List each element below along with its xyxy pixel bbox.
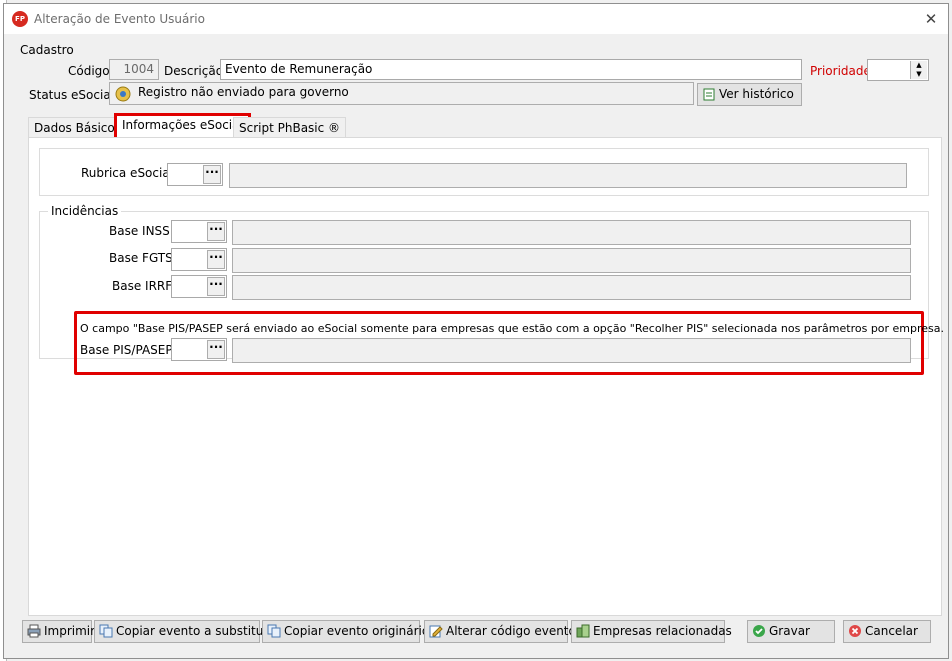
base-inss-lookup[interactable]: ··· bbox=[171, 220, 227, 243]
tab-dados-basicos-label: Dados Básicos bbox=[34, 121, 121, 135]
title-bar: FP Alteração de Evento Usuário ✕ bbox=[4, 4, 948, 34]
base-irrf-lookup[interactable]: ··· bbox=[171, 275, 227, 298]
window-title: Alteração de Evento Usuário bbox=[34, 12, 205, 26]
pis-note: O campo "Base PIS/PASEP será enviado ao … bbox=[80, 322, 945, 335]
tab-script-phbasic-label: Script PhBasic ® bbox=[239, 121, 341, 135]
cadastro-group-label: Cadastro bbox=[20, 43, 74, 57]
prioridade-label: Prioridade bbox=[810, 64, 871, 78]
base-inss-description bbox=[232, 220, 911, 245]
status-esocial-label: Status eSocial bbox=[29, 88, 115, 102]
close-icon[interactable]: ✕ bbox=[920, 9, 942, 29]
base-irrf-label: Base IRRF: bbox=[112, 279, 176, 293]
companies-icon bbox=[576, 624, 590, 638]
imprimir-button[interactable]: Imprimir bbox=[22, 620, 96, 643]
dialog-window: FP Alteração de Evento Usuário ✕ Cadastr… bbox=[3, 3, 949, 659]
gravar-button[interactable]: Gravar bbox=[747, 620, 835, 643]
base-pis-lookup[interactable]: ··· bbox=[171, 338, 227, 361]
base-fgts-description bbox=[232, 248, 911, 273]
descricao-field[interactable]: Evento de Remuneração bbox=[220, 59, 802, 80]
alterar-codigo-label: Alterar código evento bbox=[446, 624, 576, 638]
rubrica-description bbox=[229, 163, 907, 188]
rubrica-dots-button[interactable]: ··· bbox=[203, 165, 221, 184]
base-fgts-lookup[interactable]: ··· bbox=[171, 248, 227, 271]
copiar-originario-label: Copiar evento originário bbox=[284, 624, 430, 638]
spin-up-icon[interactable]: ▲ bbox=[910, 61, 927, 70]
base-fgts-dots-button[interactable]: ··· bbox=[207, 250, 225, 269]
copy-icon bbox=[267, 624, 281, 638]
cancelar-button[interactable]: Cancelar bbox=[843, 620, 931, 643]
tab-panel: Rubrica eSocial ··· Incidências Base INS… bbox=[28, 137, 945, 616]
empresas-relacionadas-button[interactable]: Empresas relacionadas bbox=[571, 620, 732, 643]
rubrica-lookup[interactable]: ··· bbox=[167, 163, 223, 186]
incidencias-label: Incidências bbox=[48, 204, 122, 218]
copiar-evento-originario-button[interactable]: Copiar evento originário bbox=[262, 620, 429, 643]
app-logo-icon: FP bbox=[12, 11, 28, 27]
tab-informacoes-esocial-label: Informações eSocial bbox=[122, 118, 243, 132]
base-pis-description bbox=[232, 338, 911, 363]
cancelar-label: Cancelar bbox=[865, 624, 918, 638]
ver-historico-button[interactable]: Ver histórico bbox=[697, 83, 802, 106]
base-pis-dots-button[interactable]: ··· bbox=[207, 340, 225, 359]
base-irrf-dots-button[interactable]: ··· bbox=[207, 277, 225, 296]
base-pis-label: Base PIS/PASEP: bbox=[80, 343, 177, 357]
printer-icon bbox=[27, 624, 41, 638]
codigo-field[interactable]: 1004 bbox=[109, 59, 159, 80]
status-globe-icon bbox=[115, 86, 131, 102]
prioridade-spinner[interactable]: ▲ ▼ bbox=[867, 59, 929, 81]
edit-icon bbox=[429, 625, 443, 638]
empresas-label: Empresas relacionadas bbox=[593, 624, 732, 638]
check-icon bbox=[753, 625, 765, 637]
base-irrf-description bbox=[232, 275, 911, 300]
codigo-label: Código bbox=[68, 64, 110, 78]
rubrica-label: Rubrica eSocial bbox=[81, 166, 174, 180]
spin-down-icon[interactable]: ▼ bbox=[910, 70, 927, 79]
status-esocial-field: Registro não enviado para governo bbox=[109, 82, 694, 105]
tab-dados-basicos[interactable]: Dados Básicos bbox=[28, 117, 127, 138]
copy-icon bbox=[99, 624, 113, 638]
copiar-evento-substituir-button[interactable]: Copiar evento a substituir bbox=[94, 620, 272, 643]
cancel-icon bbox=[849, 625, 861, 637]
imprimir-label: Imprimir bbox=[44, 624, 96, 638]
status-esocial-value: Registro não enviado para governo bbox=[138, 85, 349, 99]
base-inss-dots-button[interactable]: ··· bbox=[207, 222, 225, 241]
tab-script-phbasic[interactable]: Script PhBasic ® bbox=[233, 117, 347, 138]
alterar-codigo-evento-button[interactable]: Alterar código evento bbox=[424, 620, 576, 643]
ver-historico-label: Ver histórico bbox=[719, 87, 794, 101]
base-inss-label: Base INSS: bbox=[109, 224, 174, 238]
copiar-substituir-label: Copiar evento a substituir bbox=[116, 624, 272, 638]
descricao-label: Descrição bbox=[164, 64, 224, 78]
history-icon bbox=[703, 88, 715, 101]
gravar-label: Gravar bbox=[769, 624, 810, 638]
base-fgts-label: Base FGTS: bbox=[109, 251, 177, 265]
